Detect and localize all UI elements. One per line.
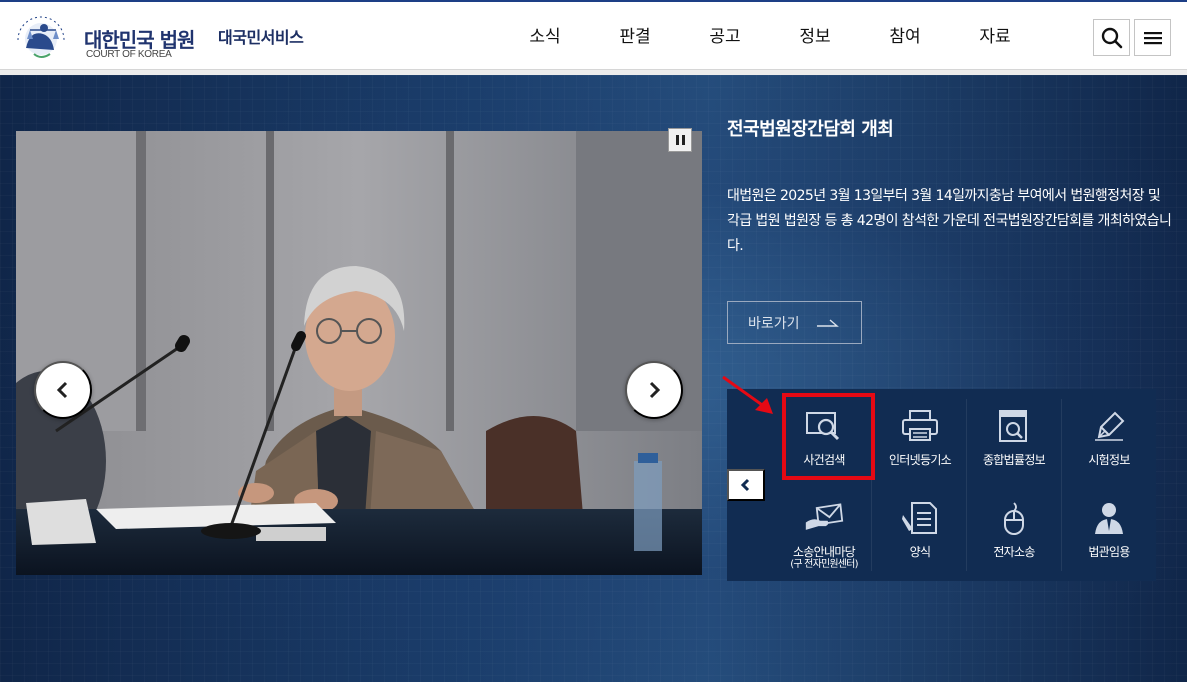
quick-item-sublabel: (구 전자민원센터) (790, 559, 858, 570)
chevron-left-icon (740, 478, 750, 492)
brand-subtitle: COURT OF KOREA (86, 49, 172, 60)
chevron-left-icon (56, 381, 68, 399)
quick-item-litigation-guide[interactable]: 소송안내마당 (구 전자민원센터) (777, 487, 871, 579)
go-to-button[interactable]: 바로가기 (727, 301, 862, 344)
quick-item-law-info[interactable]: 종합법률정보 (967, 395, 1061, 487)
envelope-hand-icon (804, 501, 844, 535)
quick-item-e-litigation[interactable]: 전자소송 (967, 487, 1061, 579)
slide-pause-button[interactable] (668, 128, 692, 152)
slide-description: 대법원은 2025년 3월 13일부터 3월 14일까지충남 부여에서 법원행정… (727, 188, 1172, 254)
court-seal-icon (17, 16, 65, 58)
quick-item-label: 시험정보 (1088, 453, 1130, 467)
quick-item-label: 인터넷등기소 (888, 453, 952, 467)
main-nav: 소식 판결 공고 정보 참여 자료 (500, 0, 1040, 70)
nav-item-judgments[interactable]: 판결 (590, 0, 680, 70)
quick-item-label: 전자소송 (993, 545, 1035, 559)
judge-icon (1089, 501, 1129, 535)
chevron-right-icon (649, 381, 661, 399)
quick-menu-prev-button[interactable] (727, 469, 765, 501)
highlight-box (782, 393, 875, 480)
menu-button[interactable] (1134, 19, 1171, 56)
quick-item-label: 법관임용 (1088, 545, 1130, 559)
arrow-right-icon (816, 318, 839, 327)
quick-item-label: 양식 (909, 545, 931, 559)
nav-item-participation[interactable]: 참여 (860, 0, 950, 70)
search-button[interactable] (1093, 19, 1130, 56)
pause-icon (675, 135, 679, 145)
quick-item-label: 종합법률정보 (982, 453, 1046, 467)
quick-item-judge-appointment[interactable]: 법관임용 (1062, 487, 1156, 579)
form-icon (900, 501, 940, 535)
site-logo[interactable]: 대한민국 법원 COURT OF KOREA (8, 8, 208, 64)
hamburger-menu-icon (1143, 31, 1162, 44)
printer-icon (900, 409, 940, 443)
quick-item-internet-registry[interactable]: 인터넷등기소 (873, 395, 967, 487)
nav-item-resources[interactable]: 자료 (950, 0, 1040, 70)
site-header: 대한민국 법원 COURT OF KOREA 대국민서비스 소식 판결 공고 정… (0, 0, 1187, 70)
pause-icon (681, 135, 685, 145)
go-to-label: 바로가기 (748, 315, 800, 332)
quick-item-label: 소송안내마당 (792, 545, 856, 559)
service-name: 대국민서비스 (218, 28, 304, 47)
slide-photo (16, 131, 702, 575)
next-slide-button[interactable] (625, 361, 683, 419)
search-icon (1101, 27, 1122, 48)
nav-item-notices[interactable]: 공고 (680, 0, 770, 70)
main-visual: 전국법원장간담회 개최 대법원은 2025년 3월 13일부터 3월 14일까지… (0, 75, 1187, 682)
prev-slide-button[interactable] (34, 361, 92, 419)
meeting-photo (16, 131, 702, 575)
red-pointer-arrow-icon (722, 375, 773, 414)
pen-icon (1089, 409, 1129, 443)
law-info-icon (994, 409, 1034, 443)
mouse-icon (994, 501, 1034, 535)
nav-item-news[interactable]: 소식 (500, 0, 590, 70)
quick-item-forms[interactable]: 양식 (873, 487, 967, 579)
nav-item-info[interactable]: 정보 (770, 0, 860, 70)
quick-item-exam-info[interactable]: 시험정보 (1062, 395, 1156, 487)
slide-title: 전국법원장간담회 개최 (727, 119, 894, 140)
